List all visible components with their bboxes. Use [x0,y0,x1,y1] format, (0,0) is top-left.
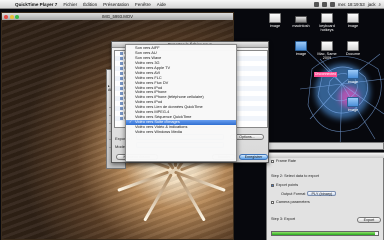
desktop-icon-label: image [347,80,359,84]
image-file-icon [120,61,123,65]
image-file-icon [120,116,123,120]
desktop-icon-image[interactable]: image [342,97,364,112]
document-icon [347,41,359,51]
export-progress-bar [271,231,379,236]
menu-view[interactable]: Présentation [100,2,132,7]
desktop-icon-image[interactable]: image [342,13,364,28]
battery-icon[interactable] [329,1,335,7]
status-tag: Disconnected [314,72,337,77]
desktop-icon-image[interactable]: image [264,13,286,28]
camera-parameters-row[interactable]: Camera parameters [271,200,310,204]
menu-edit[interactable]: Édition [80,2,100,7]
image-file-icon [120,76,123,80]
tool-controls-strip [266,142,384,150]
image-file-icon [120,111,123,115]
image-file-icon [120,81,123,85]
desktop-icon-label: keyboard hotkeys [319,24,335,33]
desktop-icon-mac-same-2009[interactable]: Mac, Same 2009 [316,41,338,60]
document-icon [321,13,333,23]
wifi-icon[interactable] [313,1,319,7]
output-format-select[interactable]: PLY (binary) [307,191,337,196]
window-controls [4,14,19,19]
desktop-icon-label: Docume [345,52,361,56]
image-file-icon [120,86,123,90]
frame-rate-checkbox[interactable] [271,159,274,163]
menu-bar: QuickTime Player 7 Fichier Édition Prése… [0,0,384,9]
export-format-menu[interactable]: Son vers AIFF Son vers AU Son vers Wave … [125,44,237,162]
save-button[interactable]: Enregistrer [239,154,268,160]
desktop-icon-macintosh[interactable]: macintosh [290,13,312,28]
movie-file-icon [120,51,123,55]
step-3-heading: Step 3: Export [271,217,296,221]
output-format-row: Output Format PLY (binary) [281,191,337,196]
video-window-title: IMG_5993.MOV [101,14,134,19]
desktop-icon-image[interactable]: image [290,41,312,56]
desktop-icon-image[interactable]: image [342,69,364,84]
menu-clock[interactable]: mer. 18:19:53 [338,2,365,7]
camera-parameters-checkbox[interactable] [271,200,274,204]
desktop-icon-keyboard-hotkeys[interactable]: keyboard hotkeys [316,13,338,32]
export-progress-fill [272,232,375,235]
menu-user[interactable]: jack [368,2,376,7]
image-file-icon [120,101,123,105]
document-icon [321,41,333,51]
image-file-icon [120,66,123,70]
volume-icon[interactable] [321,1,327,7]
menu-window[interactable]: Fenêtre [132,2,154,7]
desktop-icon-label: Mac, Same 2009 [317,52,337,61]
export-points-row[interactable]: Export points [271,183,298,187]
export-button[interactable]: Export [357,217,381,223]
minimize-window-icon[interactable] [9,14,14,19]
image-file-icon [120,91,123,95]
desktop: image macintosh keyboard hotkeys image i… [0,9,384,240]
image-file-icon [120,56,123,60]
export-tool-window: Frame Rate Step 2: Select data to export… [266,152,384,240]
desktop-icon-label: image [295,52,307,56]
close-window-icon[interactable] [4,14,8,19]
desktop-icon-label: macintosh [292,24,310,28]
image-file-icon [120,71,123,75]
desktop-icon-documents[interactable]: Docume [342,41,364,56]
desktop-icon-label: image [347,108,359,112]
folder-icon [295,41,307,51]
menu-help[interactable]: Aide [154,2,169,7]
menu-app-name[interactable]: QuickTime Player 7 [12,2,60,7]
hard-drive-icon [295,16,307,23]
folder-icon [347,69,359,79]
video-window-titlebar[interactable]: IMG_5993.MOV [2,13,233,20]
menu-status-area: mer. 18:19:53 jack ⌕ [313,1,384,7]
zoom-window-icon[interactable] [15,14,19,19]
menu-file[interactable]: Fichier [60,2,80,7]
document-icon [269,13,281,23]
step-2-heading: Step 2: Select data to export [271,174,319,178]
desktop-icon-label: image [269,24,281,28]
image-file-icon [120,96,123,100]
document-icon [347,13,359,23]
spotlight-icon[interactable]: ⌕ [379,2,381,7]
desktop-icon-label: image [347,24,359,28]
image-file-icon [120,106,123,110]
folder-icon [347,97,359,107]
menu-item-video-windows-media[interactable]: Vidéo vers Windows Media [126,129,236,135]
tool-window-topbar [267,153,384,158]
frame-rate-row[interactable]: Frame Rate [271,159,296,163]
export-points-checkbox[interactable] [271,183,274,187]
